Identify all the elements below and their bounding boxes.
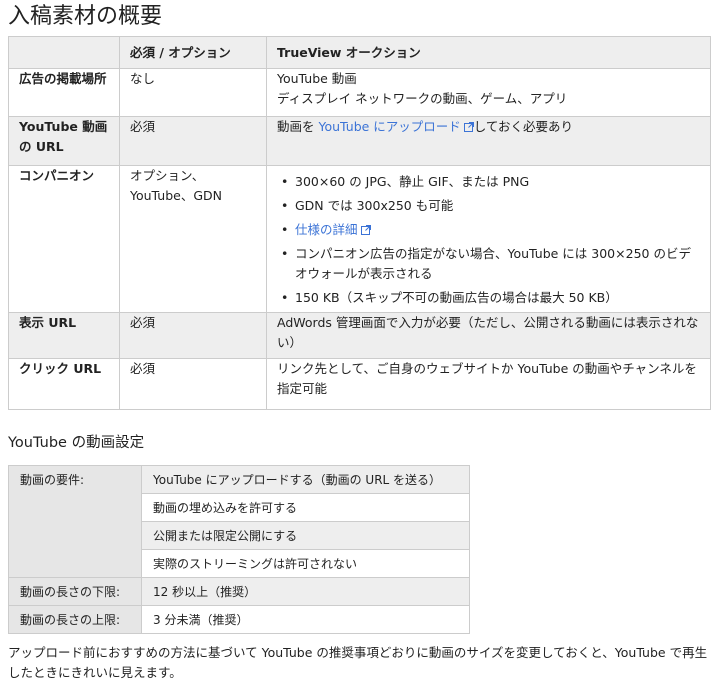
- row-value: 動画を YouTube にアップロード しておく必要あり: [266, 116, 711, 166]
- row-required: オプション、YouTube、GDN: [119, 165, 267, 313]
- list-item: 150 KB（スキップ不可の動画広告の場合は最大 50 KB）: [281, 288, 700, 308]
- companion-bullets: 300×60 の JPG、静止 GIF、または PNG GDN では 300x2…: [277, 172, 700, 308]
- table-row-click-url: クリック URL 必須 リンク先として、ご自身のウェブサイトか YouTube …: [8, 358, 711, 410]
- video-settings-table: 動画の要件: YouTube にアップロードする（動画の URL を送る） 動画…: [8, 465, 470, 634]
- table-row-display-url: 表示 URL 必須 AdWords 管理画面で入力が必要（ただし、公開される動画…: [8, 312, 711, 359]
- row-label: コンパニオン: [8, 165, 120, 313]
- row-label: 広告の掲載場所: [8, 68, 120, 117]
- table-row: 動画の要件: YouTube にアップロードする（動画の URL を送る）: [8, 465, 470, 578]
- row-value: AdWords 管理画面で入力が必要（ただし、公開される動画には表示されない）: [266, 312, 711, 359]
- external-link-icon: [360, 225, 371, 235]
- table-row-ad-location: 広告の掲載場所 なし YouTube 動画 ディスプレイ ネットワークの動画、ゲ…: [8, 68, 711, 117]
- header-cell-trueview: TrueView オークション: [266, 36, 711, 69]
- row-required: 必須: [119, 358, 267, 410]
- video-url-text-after: しておく必要あり: [473, 119, 574, 134]
- min-length-label: 動画の長さの下限:: [8, 577, 142, 606]
- list-item: コンパニオン広告の指定がない場合、YouTube には 300×250 のビデオ…: [281, 244, 700, 284]
- list-item: 300×60 の JPG、静止 GIF、または PNG: [281, 172, 700, 192]
- table-row-video-url: YouTube 動画の URL 必須 動画を YouTube にアップロード して…: [8, 116, 711, 166]
- row-value: YouTube 動画 ディスプレイ ネットワークの動画、ゲーム、アプリ: [266, 68, 711, 117]
- row-required: なし: [119, 68, 267, 117]
- row-required: 必須: [119, 312, 267, 359]
- table-row: 動画の長さの上限: 3 分未満（推奨）: [8, 605, 470, 634]
- video-url-text-before: 動画を: [277, 119, 319, 134]
- table-row: 動画の長さの下限: 12 秒以上（推奨）: [8, 577, 470, 606]
- row-required: 必須: [119, 116, 267, 166]
- requirement-value: YouTube にアップロードする（動画の URL を送る）: [141, 465, 470, 494]
- specs-header-row: 必須 / オプション TrueView オークション: [8, 36, 711, 69]
- youtube-upload-link-label: YouTube にアップロード: [318, 119, 461, 134]
- footnote: アップロード前におすすめの方法に基づいて YouTube の推奨事項どおりに動画…: [8, 645, 708, 680]
- row-label: YouTube 動画の URL: [8, 116, 120, 166]
- requirements-label: 動画の要件:: [8, 465, 142, 578]
- requirement-value: 公開または限定公開にする: [141, 521, 470, 550]
- page-title: 入稿素材の概要: [8, 4, 163, 29]
- specs-table: 必須 / オプション TrueView オークション 広告の掲載場所 なし Yo…: [8, 36, 711, 410]
- header-cell-required: 必須 / オプション: [119, 36, 267, 69]
- min-length-value: 12 秒以上（推奨）: [141, 577, 470, 606]
- external-link-icon: [463, 122, 474, 132]
- ad-location-line: ディスプレイ ネットワークの動画、ゲーム、アプリ: [277, 91, 568, 106]
- requirement-value: 実際のストリーミングは許可されない: [141, 549, 470, 578]
- max-length-label: 動画の長さの上限:: [8, 605, 142, 634]
- youtube-upload-link[interactable]: YouTube にアップロード: [318, 119, 474, 134]
- row-value: 300×60 の JPG、静止 GIF、または PNG GDN では 300x2…: [266, 165, 711, 313]
- row-label: クリック URL: [8, 358, 120, 410]
- header-cell-empty: [8, 36, 120, 69]
- table-row-companion: コンパニオン オプション、YouTube、GDN 300×60 の JPG、静止…: [8, 165, 711, 313]
- row-label: 表示 URL: [8, 312, 120, 359]
- ad-location-line: YouTube 動画: [277, 71, 357, 86]
- max-length-value: 3 分未満（推奨）: [141, 605, 470, 634]
- spec-details-link-label: 仕様の詳細: [295, 222, 358, 237]
- section-heading: YouTube の動画設定: [8, 435, 145, 451]
- list-item: 仕様の詳細: [281, 220, 700, 240]
- row-value: リンク先として、ご自身のウェブサイトか YouTube の動画やチャンネルを指定…: [266, 358, 711, 410]
- page: 入稿素材の概要 必須 / オプション TrueView オークション 広告の掲載…: [0, 0, 715, 685]
- spec-details-link[interactable]: 仕様の詳細: [295, 222, 371, 237]
- list-item: GDN では 300x250 も可能: [281, 196, 700, 216]
- requirement-value: 動画の埋め込みを許可する: [141, 493, 470, 522]
